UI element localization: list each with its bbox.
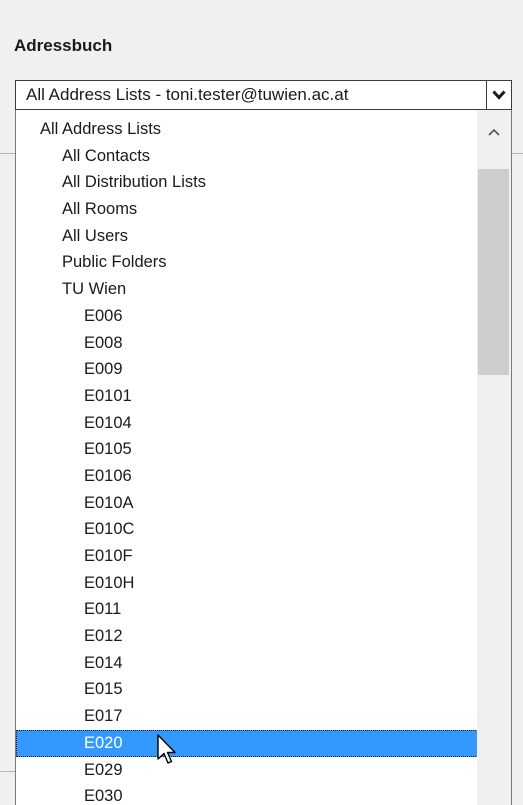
list-item[interactable]: E010H — [16, 570, 478, 597]
list-item[interactable]: All Address Lists — [16, 116, 478, 143]
list-item[interactable]: E010C — [16, 516, 478, 543]
list-item[interactable]: E010A — [16, 490, 478, 517]
scroll-thumb[interactable] — [478, 169, 509, 375]
chevron-down-icon — [492, 90, 506, 100]
list-item[interactable]: E017 — [16, 703, 478, 730]
list-item[interactable]: E0104 — [16, 410, 478, 437]
list-item[interactable]: E012 — [16, 623, 478, 650]
list-item[interactable]: E029 — [16, 757, 478, 784]
list-item[interactable]: E0106 — [16, 463, 478, 490]
list-item[interactable]: All Contacts — [16, 143, 478, 170]
list-item[interactable]: E006 — [16, 303, 478, 330]
list-item-selected[interactable]: E020 — [16, 729, 478, 757]
scrollbar[interactable] — [477, 110, 511, 805]
list-item[interactable]: All Rooms — [16, 196, 478, 223]
list-item[interactable]: TU Wien — [16, 276, 478, 303]
scroll-up-button[interactable] — [477, 118, 511, 148]
list-item[interactable]: All Distribution Lists — [16, 169, 478, 196]
list-item[interactable]: E008 — [16, 330, 478, 357]
address-list: All Address Lists All Contacts All Distrib… — [16, 116, 478, 805]
list-item[interactable]: E0101 — [16, 383, 478, 410]
list-item[interactable]: E0105 — [16, 436, 478, 463]
addressbook-combobox[interactable]: All Address Lists - toni.tester@tuwien.a… — [15, 80, 512, 110]
list-item[interactable]: Public Folders — [16, 249, 478, 276]
chevron-up-icon — [488, 128, 500, 136]
mouse-cursor-icon — [157, 734, 176, 764]
addressbook-label: Adressbuch — [14, 36, 113, 55]
divider — [0, 771, 15, 772]
list-item[interactable]: All Users — [16, 223, 478, 250]
list-item[interactable]: E014 — [16, 650, 478, 677]
address-list-dropdown[interactable]: All Address Lists All Contacts All Distrib… — [15, 110, 512, 805]
list-item[interactable]: E030 — [16, 783, 478, 805]
addressbook-selected-value: All Address Lists - toni.tester@tuwien.a… — [26, 85, 349, 104]
dropdown-toggle-button[interactable] — [486, 81, 511, 109]
list-item[interactable]: E010F — [16, 543, 478, 570]
list-item[interactable]: E011 — [16, 596, 478, 623]
list-item[interactable]: E015 — [16, 676, 478, 703]
divider — [0, 153, 15, 154]
list-item[interactable]: E009 — [16, 356, 478, 383]
divider — [512, 153, 523, 154]
